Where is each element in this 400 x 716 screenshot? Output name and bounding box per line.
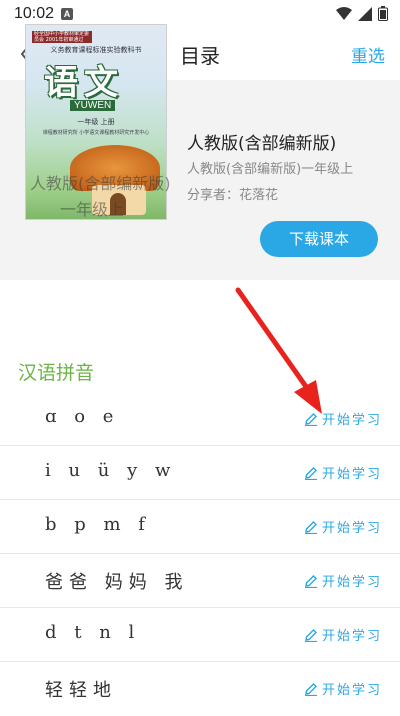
start-learning-label: 开始学习 — [321, 683, 382, 698]
start-learning-button[interactable]: 开始学习 — [304, 679, 382, 698]
signal-icon — [358, 6, 372, 21]
pencil-icon — [304, 412, 317, 426]
lesson-name: d t n l — [45, 622, 141, 643]
lesson-row: i u ü y w 开始学习 — [0, 446, 400, 500]
start-learning-label: 开始学习 — [321, 413, 382, 428]
pencil-icon — [304, 574, 317, 588]
pencil-icon — [304, 628, 317, 642]
lesson-name: ɑ o e — [45, 406, 120, 427]
book-edition: 人教版(含部编新版)一年级上 — [187, 162, 354, 177]
cover-overlay-name: 人教版(含部编新版) — [30, 174, 171, 193]
status-icons — [336, 6, 388, 21]
lesson-row: b p m f 开始学习 — [0, 500, 400, 554]
book-name: 人教版(含部编新版) — [187, 134, 337, 154]
section-title: 汉语拼音 — [18, 362, 95, 384]
cover-publisher: 课程教材研究所 小学语文课程教材研究开发中心 — [42, 130, 150, 136]
start-learning-label: 开始学习 — [321, 467, 382, 482]
cover-badge: 经全国中小学教材审定委员会 2001年初审通过 — [32, 31, 92, 43]
lesson-row: 轻轻地 开始学习 — [0, 662, 400, 716]
start-learning-button[interactable]: 开始学习 — [304, 571, 382, 590]
battery-icon — [378, 6, 388, 21]
start-learning-button[interactable]: 开始学习 — [304, 517, 382, 536]
start-learning-button[interactable]: 开始学习 — [304, 625, 382, 644]
cover-subtitle: 义务教育课程标准实验教科书 — [50, 46, 142, 54]
cover-title: 语文 — [44, 63, 124, 103]
lesson-name: b p m f — [45, 514, 151, 535]
lesson-row: ɑ o e 开始学习 — [0, 392, 400, 446]
start-learning-button[interactable]: 开始学习 — [304, 409, 382, 428]
pencil-icon — [304, 466, 317, 480]
book-sharer: 分享者：花落花 — [187, 188, 279, 203]
cover-pinyin: YUWEN — [70, 100, 116, 111]
lesson-name: i u ü y w — [45, 460, 177, 481]
lesson-name: 爸爸 妈妈 我 — [45, 572, 189, 593]
pencil-icon — [304, 520, 317, 534]
lesson-row: 爸爸 妈妈 我 开始学习 — [0, 554, 400, 608]
start-learning-label: 开始学习 — [321, 575, 382, 590]
status-time: 10:02 — [14, 5, 55, 22]
cover-grade: 一年级 上册 — [77, 118, 115, 126]
pencil-icon — [304, 682, 317, 696]
start-learning-label: 开始学习 — [321, 521, 382, 536]
notification-icon: A — [61, 8, 73, 20]
lesson-row: d t n l 开始学习 — [0, 608, 400, 662]
lesson-name: 轻轻地 — [45, 680, 117, 701]
cover-overlay-grade: 一年级上 — [60, 200, 125, 219]
download-textbook-button[interactable]: 下载课本 — [260, 221, 378, 257]
reselect-button[interactable]: 重选 — [351, 42, 385, 67]
lesson-list: ɑ o e 开始学习 i u ü y w 开始学习 b p m f 开始学习 爸… — [0, 392, 400, 716]
wifi-icon — [336, 6, 352, 20]
start-learning-label: 开始学习 — [321, 629, 382, 644]
start-learning-button[interactable]: 开始学习 — [304, 463, 382, 482]
